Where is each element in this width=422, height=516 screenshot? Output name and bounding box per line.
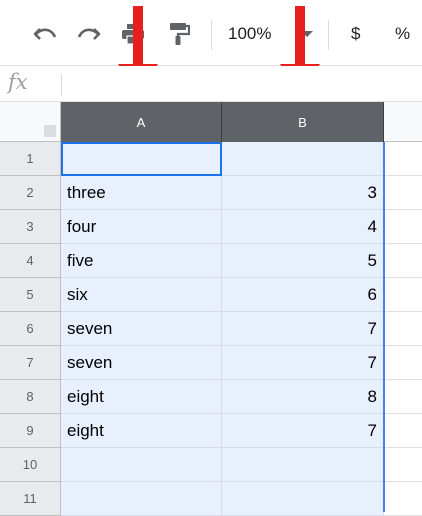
cell-a[interactable]: six bbox=[61, 278, 222, 312]
row-header[interactable]: 7 bbox=[0, 346, 61, 380]
undo-button[interactable] bbox=[30, 20, 60, 48]
paint-format-button[interactable] bbox=[164, 20, 194, 48]
cell-a[interactable]: seven bbox=[61, 346, 222, 380]
spreadsheet-grid: A B 1 2 three 3 3 four 4 4 five 5 5 six 6 6 seven 7 7 sev… bbox=[0, 102, 422, 516]
currency-label: $ bbox=[351, 24, 361, 43]
row-header[interactable]: 1 bbox=[0, 142, 61, 176]
cell-c[interactable] bbox=[384, 482, 422, 516]
formula-input[interactable] bbox=[70, 72, 410, 96]
undo-icon bbox=[33, 28, 57, 40]
toolbar-separator bbox=[211, 20, 212, 50]
corner-shade bbox=[44, 125, 56, 137]
cell-a[interactable] bbox=[61, 448, 222, 482]
cell-a[interactable] bbox=[61, 482, 222, 516]
redo-icon bbox=[77, 28, 101, 40]
cell-c[interactable] bbox=[384, 312, 422, 346]
row-header[interactable]: 9 bbox=[0, 414, 61, 448]
cell-b[interactable]: 7 bbox=[222, 312, 384, 346]
cell-c[interactable] bbox=[384, 244, 422, 278]
cell-b[interactable]: 7 bbox=[222, 414, 384, 448]
cell-c[interactable] bbox=[384, 414, 422, 448]
formula-bar: fx bbox=[0, 66, 422, 102]
cell-a[interactable]: three bbox=[61, 176, 222, 210]
cell-c[interactable] bbox=[384, 142, 422, 176]
row-header[interactable]: 4 bbox=[0, 244, 61, 278]
active-cell-a1[interactable] bbox=[61, 142, 222, 176]
cell-c[interactable] bbox=[384, 346, 422, 380]
cell-a[interactable]: seven bbox=[61, 312, 222, 346]
cell-c[interactable] bbox=[384, 448, 422, 482]
row-header[interactable]: 6 bbox=[0, 312, 61, 346]
column-header-a[interactable]: A bbox=[61, 102, 222, 142]
cell-b[interactable] bbox=[222, 482, 384, 516]
row-header[interactable]: 10 bbox=[0, 448, 61, 482]
cell-b[interactable] bbox=[222, 142, 384, 176]
redo-button[interactable] bbox=[74, 20, 104, 48]
cell-c[interactable] bbox=[384, 278, 422, 312]
row-header[interactable]: 5 bbox=[0, 278, 61, 312]
cell-b[interactable]: 4 bbox=[222, 210, 384, 244]
cell-b[interactable]: 8 bbox=[222, 380, 384, 414]
row-header[interactable]: 2 bbox=[0, 176, 61, 210]
cell-c[interactable] bbox=[384, 210, 422, 244]
column-header-b[interactable]: B bbox=[222, 102, 384, 142]
cell-b[interactable]: 6 bbox=[222, 278, 384, 312]
selection-border bbox=[383, 142, 385, 512]
paint-format-icon bbox=[170, 23, 190, 45]
cell-b[interactable]: 3 bbox=[222, 176, 384, 210]
cell-c[interactable] bbox=[384, 380, 422, 414]
row-header[interactable]: 3 bbox=[0, 210, 61, 244]
select-all-corner[interactable] bbox=[0, 102, 61, 142]
column-header-c[interactable] bbox=[384, 102, 422, 142]
row-header[interactable]: 11 bbox=[0, 482, 61, 516]
toolbar-separator bbox=[328, 20, 329, 50]
toolbar: 100% $ % bbox=[0, 0, 422, 96]
cell-b[interactable] bbox=[222, 448, 384, 482]
cell-c[interactable] bbox=[384, 176, 422, 210]
row-header[interactable]: 8 bbox=[0, 380, 61, 414]
cell-a[interactable]: eight bbox=[61, 380, 222, 414]
percent-label: % bbox=[395, 24, 411, 43]
cell-a[interactable]: four bbox=[61, 210, 222, 244]
fx-label: fx bbox=[8, 70, 28, 94]
cell-a[interactable]: five bbox=[61, 244, 222, 278]
zoom-value: 100% bbox=[228, 24, 272, 43]
cell-b[interactable]: 5 bbox=[222, 244, 384, 278]
cell-a[interactable]: eight bbox=[61, 414, 222, 448]
currency-format-button[interactable]: $ bbox=[351, 20, 360, 48]
formula-separator bbox=[61, 74, 62, 96]
cell-b[interactable]: 7 bbox=[222, 346, 384, 380]
percent-format-button[interactable]: % bbox=[395, 20, 410, 48]
